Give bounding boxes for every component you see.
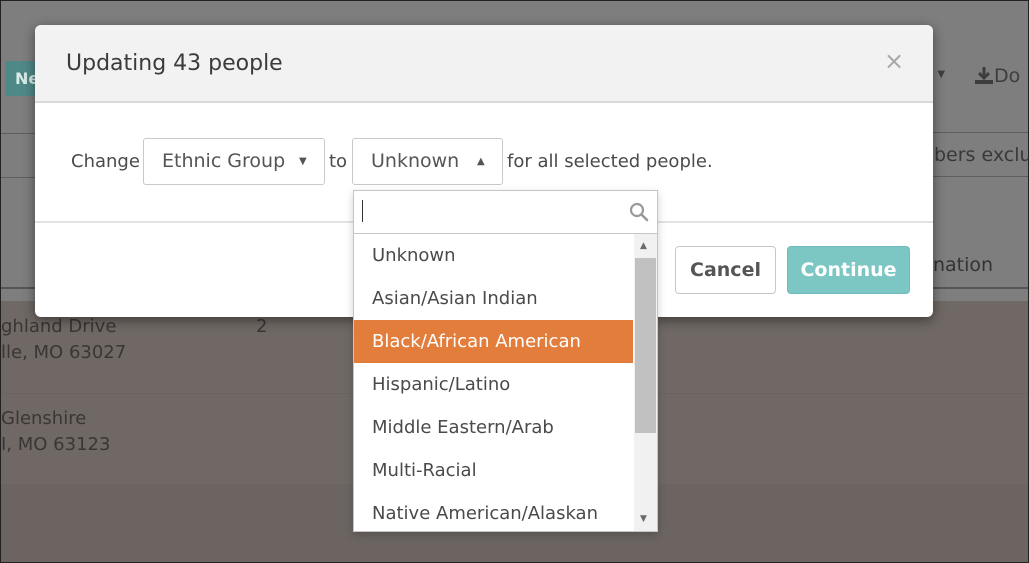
field-select-value: Ethnic Group (162, 150, 286, 172)
dropdown-option[interactable]: Multi-Racial (354, 449, 633, 492)
value-select-value: Unknown (371, 150, 460, 172)
download-button[interactable]: Do (974, 65, 1020, 87)
close-icon[interactable]: × (884, 47, 904, 75)
scroll-down-icon[interactable]: ▼ (640, 514, 647, 524)
field-select[interactable]: Ethnic Group ▼ (143, 138, 325, 185)
dropdown-options: Unknown Asian/Asian Indian Black/African… (354, 234, 633, 531)
scroll-up-icon[interactable]: ▲ (640, 241, 647, 251)
search-input[interactable] (1, 133, 37, 178)
dropdown-option[interactable]: Native American/Alaskan (354, 492, 633, 531)
dropdown-search-input[interactable] (354, 191, 657, 234)
row-address-line1: Glenshire (1, 408, 87, 429)
row-address-line2: lle, MO 63027 (1, 342, 127, 363)
suffix-text: for all selected people. (507, 151, 713, 172)
value-select[interactable]: Unknown ▲ (352, 138, 503, 185)
dialog-title: Updating 43 people (66, 51, 283, 76)
chevron-down-icon: ▼ (937, 69, 946, 80)
screen: Ne l ▼ Do bers exclud nation ghland Driv… (0, 0, 1029, 563)
chevron-down-icon: ▼ (299, 156, 307, 167)
to-label: to (329, 151, 348, 172)
download-icon (975, 67, 993, 84)
row-address-line2: I, MO 63123 (1, 434, 111, 455)
chevron-up-icon: ▲ (477, 156, 485, 167)
dropdown-option[interactable]: Hispanic/Latino (354, 363, 633, 406)
dropdown-option[interactable]: Asian/Asian Indian (354, 277, 633, 320)
row-count: 2 (256, 316, 268, 337)
continue-button[interactable]: Continue (787, 246, 910, 294)
search-icon (629, 202, 649, 222)
text-cursor (362, 200, 363, 222)
row-address-line1: ghland Drive (1, 316, 117, 337)
dropdown-option-highlighted[interactable]: Black/African American (354, 320, 633, 363)
cancel-button[interactable]: Cancel (675, 246, 776, 294)
dialog-header: Updating 43 people × (35, 25, 933, 103)
scrollbar-thumb[interactable] (635, 258, 656, 433)
dropdown-option[interactable]: Middle Eastern/Arab (354, 406, 633, 449)
filter-status: bers exclud (932, 132, 1028, 177)
download-label: Do (994, 65, 1021, 87)
column-header: nation (933, 254, 994, 276)
change-label: Change (71, 151, 140, 172)
dropdown-scrollbar[interactable]: ▲ ▼ (634, 234, 657, 531)
dropdown-option[interactable]: Unknown (354, 234, 633, 277)
value-dropdown: Unknown Asian/Asian Indian Black/African… (353, 190, 658, 532)
